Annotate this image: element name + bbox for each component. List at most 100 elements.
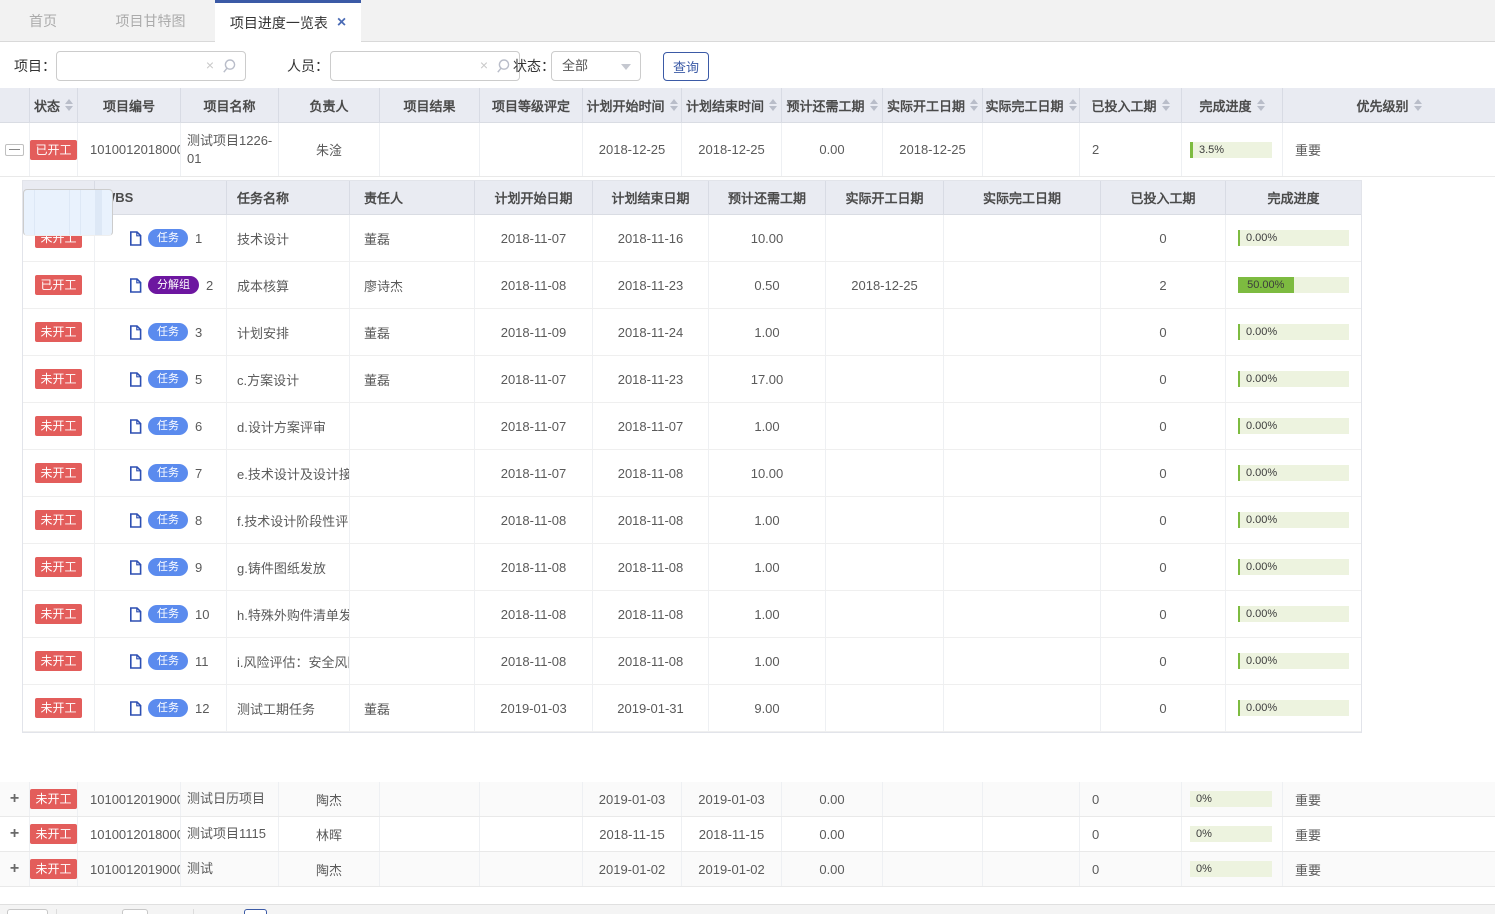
cell-actual-end [983,852,1080,886]
task-row[interactable]: 未开工任务5c.方案设计董磊2018-11-072018-11-2317.000… [23,356,1361,403]
progress-label: 0.00% [1246,231,1277,245]
expand-icon[interactable]: + [10,792,19,806]
cell-actual-end [944,403,1101,449]
column-header-invested-duration[interactable]: 已投入工期 [1080,88,1182,122]
progress-fill [1238,230,1240,246]
task-row[interactable]: 未开工任务8f.技术设计阶段性评审2018-11-082018-11-081.0… [23,497,1361,544]
task-subtable: 状态WBS任务名称责任人计划开始日期计划结束日期预计还需工期实际开工日期实际完工… [22,180,1362,733]
task-row[interactable]: 未开工任务10h.特殊外购件清单发放2018-11-082018-11-081.… [23,591,1361,638]
cell-plan-end: 2018-11-15 [682,817,782,851]
task-row[interactable]: 未开工任务7e.技术设计及设计接口2018-11-072018-11-0810.… [23,450,1361,497]
sort-icon[interactable] [1069,99,1077,111]
column-header-remaining-duration[interactable]: 预计还需工期 [782,88,883,122]
sort-icon[interactable] [1257,99,1265,111]
sort-icon[interactable] [670,99,678,111]
column-header-progress[interactable]: 完成进度 [1182,88,1283,122]
cell-status: 未开工 [23,309,95,355]
column-header-status[interactable]: 状态 [30,88,78,122]
tab-progress-label: 项目进度一览表 [230,13,328,33]
task-row[interactable]: 未开工任务11i.风险评估：安全风险2018-11-082018-11-081.… [23,638,1361,685]
cell-actual-end [944,544,1101,590]
tab-home[interactable]: 首页 [0,0,86,42]
tab-gantt[interactable]: 项目甘特图 [86,0,215,42]
status-select-value: 全部 [562,58,588,73]
column-header-plan-end[interactable]: 计划结束时间 [682,88,782,122]
column-header-actual-start[interactable]: 实际开工日期 [883,88,983,122]
clear-icon[interactable]: × [206,57,214,73]
project-row[interactable]: 已开工1010012018000测试项目1226-01朱淦2018-12-252… [0,123,1495,177]
tab-progress-list[interactable]: 项目进度一览表 × [215,0,361,43]
document-icon [129,513,142,528]
collapse-icon[interactable] [5,144,24,156]
search-icon[interactable] [496,58,512,79]
wbs-type-badge: 任务 [148,417,188,435]
cell-remaining-duration: 0.00 [782,782,883,816]
cell-actual-end [983,817,1080,851]
cell-progress: 0.00% [1226,356,1361,402]
sort-icon[interactable] [65,99,73,111]
cell-actual-end [944,591,1101,637]
progress-bar: 50.00% [1238,277,1349,293]
task-row[interactable]: 未开工任务6d.设计方案评审2018-11-072018-11-071.0000… [23,403,1361,450]
sort-icon[interactable] [870,99,878,111]
cell-result [380,852,480,886]
cell-expander [0,123,30,176]
cell-invested-duration: 0 [1101,403,1226,449]
cell-invested-duration: 2 [1080,123,1182,176]
cell-progress: 0.00% [102,190,114,235]
cell-invested-duration: 0 [1101,309,1226,355]
column-header-task-name: 任务名称 [227,181,350,214]
expand-icon[interactable]: + [10,827,19,841]
task-row[interactable]: 未开工任务3计划安排董磊2018-11-092018-11-241.0000.0… [23,309,1361,356]
cell-plan-end: 2018-11-07 [593,403,709,449]
sort-icon[interactable] [1162,99,1170,111]
cell-priority: 重要 [1283,782,1495,816]
cell-actual-start [826,215,944,261]
task-row[interactable]: 未开工任务4生产验证廖诗杰2018-11-102018-11-281.0000.… [23,189,113,236]
query-button[interactable]: 查询 [663,52,709,81]
task-row[interactable]: 未开工任务9g.铸件图纸发放2018-11-082018-11-081.0000… [23,544,1361,591]
column-header-plan-start[interactable]: 计划开始时间 [583,88,682,122]
project-row[interactable]: +未开工1010012018000测试项目1115林晖2018-11-15201… [0,817,1495,852]
expand-icon[interactable]: + [10,862,19,876]
column-header-label: 已投入工期 [1091,96,1156,115]
cell-status: 未开工 [23,685,95,731]
clear-icon[interactable]: × [480,57,488,73]
progress-bar: 0% [1190,826,1272,842]
cell-task-name: g.铸件图纸发放 [227,544,350,590]
task-row[interactable]: 未开工任务1技术设计董磊2018-11-072018-11-1610.0000.… [23,215,1361,262]
cell-task-name: 成本核算 [227,262,350,308]
progress-bar: 0.00% [1238,371,1349,387]
cell-status: 未开工 [30,782,78,816]
column-header-actual-end[interactable]: 实际完工日期 [983,88,1080,122]
project-row[interactable]: +未开工1010012019000测试日历项目陶杰2019-01-032019-… [0,782,1495,817]
page-size-select[interactable] [7,909,48,914]
tab-bar: 首页 项目甘特图 项目进度一览表 × [0,0,1495,42]
status-badge: 已开工 [30,140,76,160]
column-header-project-code: 项目编号 [78,88,181,122]
cell-plan-start: 2018-11-07 [475,450,593,496]
search-icon[interactable] [222,58,238,79]
cell-plan-start: 2018-11-09 [475,309,593,355]
column-header-priority[interactable]: 优先级别 [1283,88,1495,122]
cell-status: 未开工 [30,817,78,851]
sort-icon[interactable] [970,99,978,111]
status-select[interactable]: 全部 [551,51,641,81]
cell-plan-end: 2018-11-24 [593,309,709,355]
close-tab-icon[interactable]: × [337,14,346,32]
project-search-input[interactable] [56,51,246,81]
sort-icon[interactable] [769,99,777,111]
cell-remaining-duration: 1.00 [709,638,826,684]
cell-remaining-duration: 10.00 [709,215,826,261]
task-row[interactable]: 未开工任务12测试工期任务董磊2019-01-032019-01-319.000… [23,685,1361,732]
current-page-button[interactable] [244,909,267,914]
person-search-input[interactable] [330,51,520,81]
app-window: 首页 项目甘特图 项目进度一览表 × 项目： × 人员： × 状态： 全部 [0,0,1495,914]
project-row[interactable]: +未开工1010012019000测试陶杰2019-01-022019-01-0… [0,852,1495,887]
sort-icon[interactable] [1414,99,1422,111]
status-badge: 未开工 [35,416,81,436]
prev-page-button[interactable] [122,909,148,914]
cell-plan-start: 2019-01-03 [475,685,593,731]
cell-plan-start: 2018-11-08 [475,262,593,308]
task-row[interactable]: 已开工分解组2成本核算廖诗杰2018-11-082018-11-230.5020… [23,262,1361,309]
